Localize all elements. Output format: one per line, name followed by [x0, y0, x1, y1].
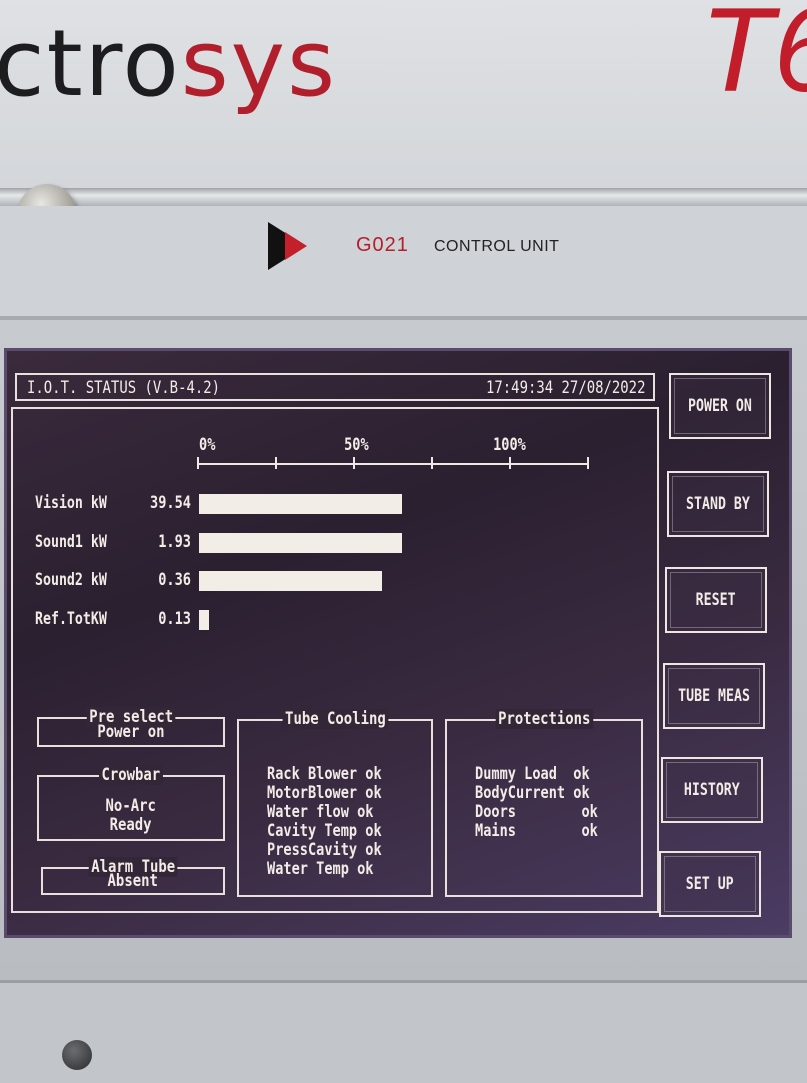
status-title: I.O.T. STATUS (V.B-4.2) — [27, 378, 221, 398]
tube-cooling-title: Tube Cooling — [239, 709, 431, 729]
cooling-item: Rack Blower ok — [267, 764, 382, 784]
scale-tick — [197, 457, 199, 469]
status-datetime: 17:49:34 27/08/2022 — [485, 378, 645, 398]
crowbar-box: Crowbar No-Arc Ready — [37, 765, 225, 841]
cooling-item: Water flow ok — [267, 802, 374, 822]
meter-label-reftot: Ref.TotKW — [35, 609, 107, 629]
scale-label-50: 50% — [344, 435, 369, 455]
tube-cooling-box: Tube Cooling Rack Blower ok MotorBlower … — [237, 709, 433, 897]
screw-icon — [62, 1040, 92, 1070]
brand-logo-dark-part: ctro — [0, 10, 181, 117]
meter-value-sound1: 1.93 — [158, 532, 191, 552]
set-up-button[interactable]: SET UP — [659, 851, 761, 917]
protections-box: Protections Dummy Load ok BodyCurrent ok… — [445, 709, 643, 897]
meter-value-vision: 39.54 — [150, 493, 191, 513]
power-on-button[interactable]: POWER ON — [669, 373, 771, 439]
meter-value-sound2: 0.36 — [158, 570, 191, 590]
unit-name: CONTROL UNIT — [434, 238, 560, 255]
scale-label-100: 100% — [493, 435, 526, 455]
stand-by-button[interactable]: STAND BY — [667, 471, 769, 537]
lcd-screen: I.O.T. STATUS (V.B-4.2) 17:49:34 27/08/2… — [4, 348, 792, 938]
protection-item: Doors ok — [475, 802, 598, 822]
model-label: T6 — [700, 0, 807, 110]
cooling-item: MotorBlower ok — [267, 783, 382, 803]
crowbar-line2: Ready — [110, 815, 152, 835]
status-title-bar: I.O.T. STATUS (V.B-4.2) 17:49:34 27/08/2… — [15, 373, 655, 401]
meter-fill-sound1 — [199, 533, 402, 553]
protection-item: BodyCurrent ok — [475, 783, 590, 803]
meter-bar-vision — [199, 494, 589, 514]
meter-fill-reftot — [199, 610, 209, 630]
scale-tick — [275, 457, 277, 469]
scale-tick — [431, 457, 433, 469]
preselect-box: Pre select Power on — [37, 707, 225, 747]
cooling-item: Cavity Temp ok — [267, 821, 382, 841]
panel-rail — [0, 188, 807, 206]
cooling-item: Water Temp ok — [267, 859, 374, 879]
meter-value-reftot: 0.13 — [158, 609, 191, 629]
preselect-value: Power on — [97, 722, 165, 742]
meter-label-sound1: Sound1 kW — [35, 532, 107, 552]
scale-tick — [509, 457, 511, 469]
crowbar-line1: No-Arc — [105, 796, 157, 816]
alarm-tube-value: Absent — [107, 871, 159, 891]
protection-item: Mains ok — [475, 821, 598, 841]
unit-code: G021 — [356, 234, 409, 256]
scale-label-0: 0% — [199, 435, 216, 455]
unit-label-strip — [0, 206, 807, 316]
tube-meas-button[interactable]: TUBE MEAS — [663, 663, 765, 729]
meter-bar-reftot — [199, 610, 589, 630]
meter-label-vision: Vision kW — [35, 493, 107, 513]
meter-fill-sound2 — [199, 571, 383, 591]
meter-label-sound2: Sound2 kW — [35, 570, 107, 590]
scale-line — [197, 463, 589, 465]
cooling-item: PressCavity ok — [267, 840, 382, 860]
reset-button[interactable]: RESET — [665, 567, 767, 633]
scale-tick — [587, 457, 589, 469]
brand-strip: ctrosys T6 — [0, 0, 807, 192]
alarm-tube-box: Alarm Tube Absent — [41, 857, 225, 895]
bottom-plate — [0, 980, 807, 1083]
crowbar-title: Crowbar — [39, 765, 223, 785]
arrow-logo-red-icon — [285, 232, 307, 260]
brand-logo-red-part: sys — [180, 10, 338, 117]
history-button[interactable]: HISTORY — [661, 757, 763, 823]
protections-title: Protections — [447, 709, 641, 729]
meter-bar-sound1 — [199, 533, 589, 553]
protection-item: Dummy Load ok — [475, 764, 590, 784]
scale-tick — [353, 457, 355, 469]
meter-fill-vision — [199, 494, 402, 514]
meter-bar-sound2 — [199, 571, 589, 591]
brand-logo: ctrosys — [0, 18, 337, 110]
